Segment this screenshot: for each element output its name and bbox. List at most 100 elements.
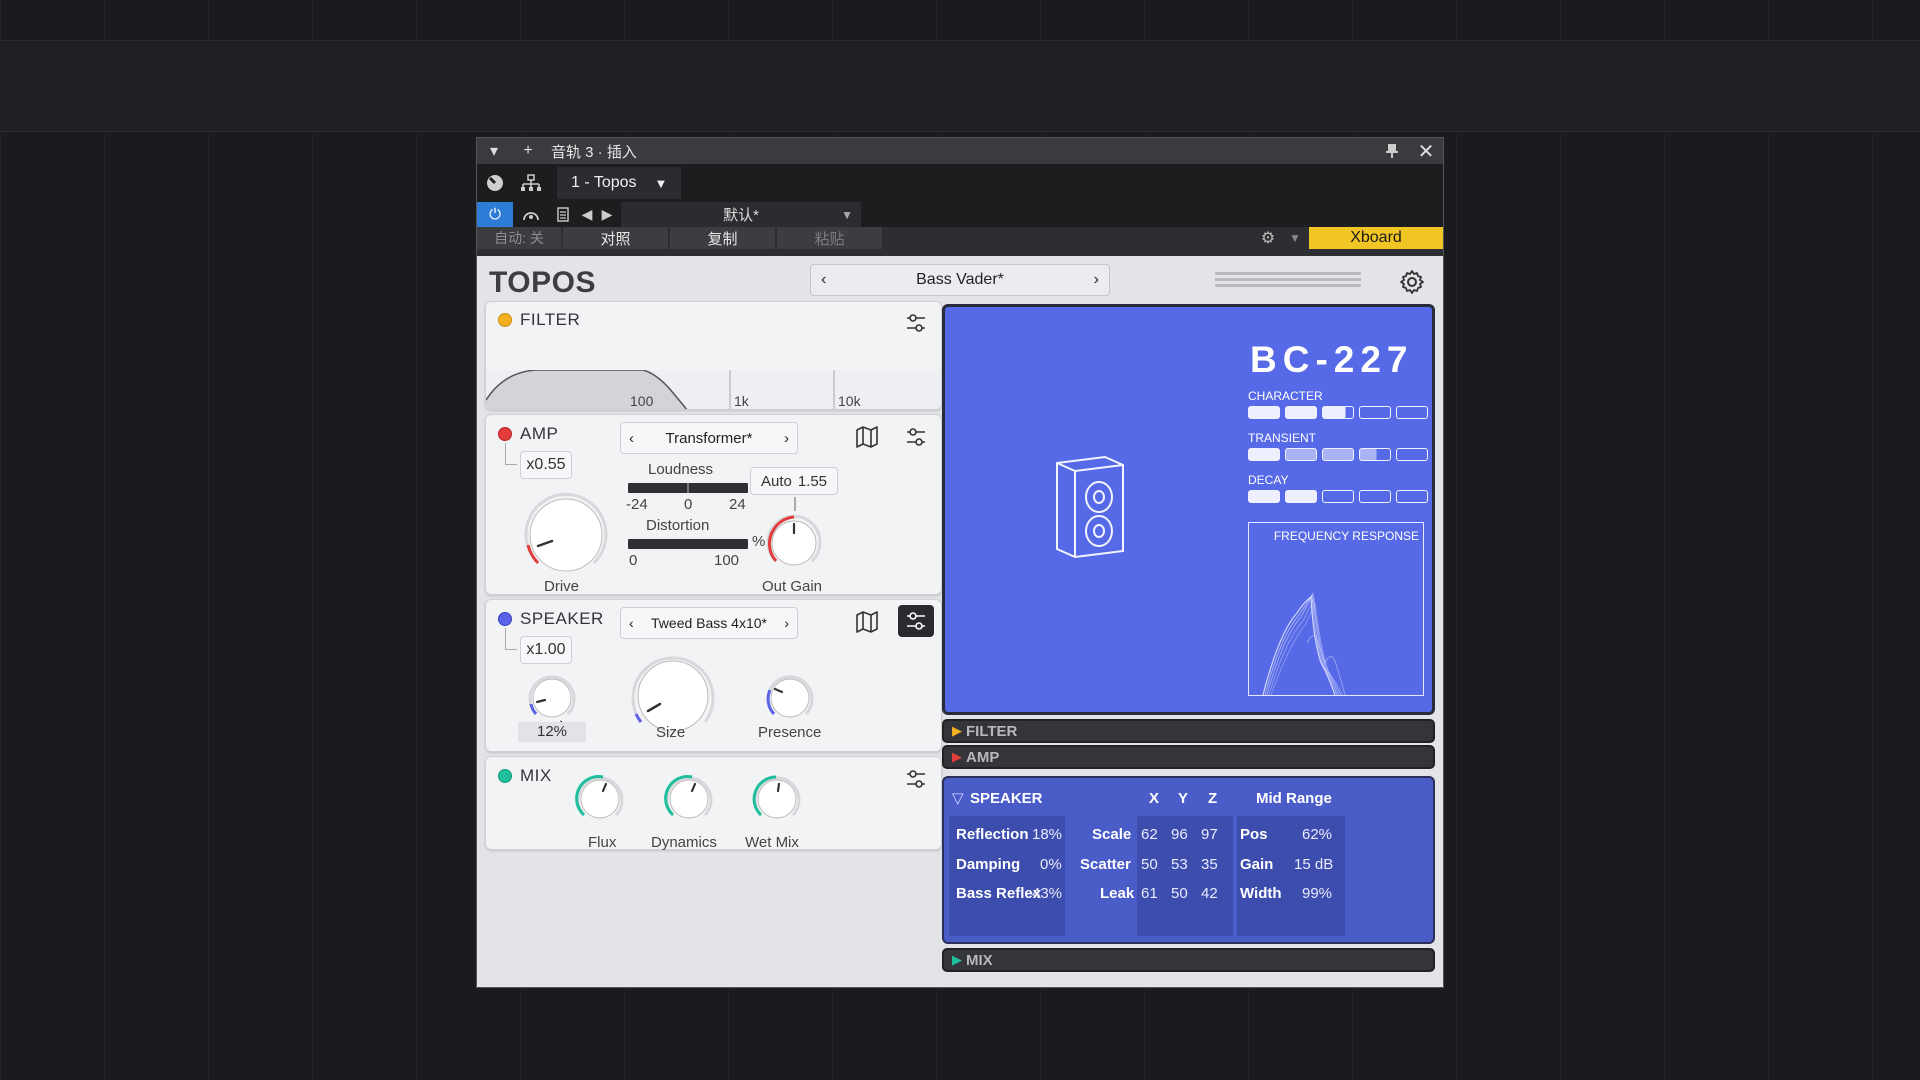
pos-value[interactable]: 62% [1302, 826, 1332, 843]
gear-icon[interactable]: ⚙ [1255, 227, 1281, 249]
sliders-icon-active[interactable] [898, 605, 934, 637]
filter-strip[interactable]: ▶ FILTER [942, 719, 1435, 743]
mix-title: MIX [520, 766, 552, 785]
distortion-slider[interactable] [628, 539, 748, 549]
flux-knob[interactable] [572, 771, 628, 827]
amp-model-selector[interactable]: ‹ Transformer* › [620, 422, 798, 454]
amp-model-name: Transformer* [665, 429, 753, 447]
gain-value[interactable]: 15 dB [1294, 856, 1333, 873]
amp-multiplier[interactable]: x0.55 [520, 451, 572, 479]
chevron-left-icon[interactable]: ‹ [821, 271, 826, 289]
chevron-left-icon[interactable]: ‹ [629, 430, 634, 447]
wet-mix-label: Wet Mix [745, 834, 799, 851]
dynamics-knob[interactable] [661, 771, 717, 827]
loudness-slider[interactable] [628, 483, 748, 493]
automation-icon[interactable] [513, 202, 549, 227]
chevron-right-icon[interactable]: › [1094, 271, 1099, 289]
leak-z[interactable]: 42 [1201, 885, 1218, 902]
filter-strip-label: FILTER [966, 722, 1018, 740]
speaker-detail-title[interactable]: SPEAKER [970, 790, 1043, 807]
loudness-tick-max: 24 [729, 496, 746, 513]
settings-gear-icon[interactable] [1398, 268, 1426, 296]
plus-icon[interactable]: + [511, 138, 545, 164]
mix-strip[interactable]: ▶ MIX [942, 948, 1435, 972]
chevron-down-icon[interactable]: ▼ [1283, 227, 1307, 249]
preset-name[interactable]: Bass Vader* [916, 271, 1004, 289]
loudness-tick-mid: 0 [684, 496, 693, 513]
scale-z[interactable]: 97 [1201, 826, 1218, 843]
size-knob[interactable] [624, 652, 722, 732]
wet-mix-knob[interactable] [749, 771, 805, 827]
gain-label: Gain [1240, 856, 1274, 873]
pin-icon[interactable] [1375, 138, 1409, 164]
sliders-icon[interactable] [903, 424, 929, 450]
speaker-mix-value[interactable]: 12% [518, 722, 586, 742]
plugin-slot-label: 1 - Topos [571, 174, 637, 191]
leak-x[interactable]: 61 [1141, 885, 1158, 902]
filter-led[interactable] [498, 313, 512, 327]
sliders-icon[interactable] [903, 766, 929, 792]
amp-strip[interactable]: ▶ AMP [942, 745, 1435, 769]
power-icon[interactable]: ⏻ [477, 202, 513, 227]
copy-button[interactable]: 复制 [670, 227, 775, 249]
scale-x[interactable]: 62 [1141, 826, 1158, 843]
next-preset-icon[interactable]: ▶ [597, 202, 617, 227]
damping-value[interactable]: 0% [1040, 856, 1062, 873]
mix-led[interactable] [498, 769, 512, 783]
chevron-down-icon[interactable]: ▾ [477, 138, 511, 164]
document-icon[interactable] [549, 202, 577, 227]
scatter-y[interactable]: 53 [1171, 856, 1188, 873]
scatter-z[interactable]: 35 [1201, 856, 1218, 873]
loudness-label: Loudness [648, 461, 714, 478]
chevron-down-icon: ▼ [841, 207, 853, 222]
auto-off-button[interactable]: 自动: 关 [477, 227, 561, 249]
map-icon[interactable] [854, 424, 880, 450]
speaker-panel: SPEAKER x1.00 ‹ Tweed Bass 4x10* › 12% S… [485, 599, 942, 752]
compare-button[interactable]: 对照 [563, 227, 668, 249]
reflection-value[interactable]: 18% [1032, 826, 1062, 843]
out-gain-knob[interactable] [762, 511, 826, 575]
plugin-slot-selector[interactable]: 1 - Topos ▼ [557, 167, 682, 199]
play-triangle-icon: ▶ [952, 749, 962, 764]
paste-button[interactable]: 粘贴 [777, 227, 882, 249]
speaker-led[interactable] [498, 612, 512, 626]
filter-curve-graph[interactable] [486, 370, 942, 410]
chevron-down-icon[interactable]: ▽ [952, 789, 964, 807]
chevron-down-icon: ▼ [654, 175, 668, 191]
width-value[interactable]: 99% [1302, 885, 1332, 902]
speaker-title: SPEAKER [520, 609, 604, 628]
preset-dropdown[interactable]: 默认* ▼ [621, 202, 861, 227]
routing-icon[interactable] [513, 167, 549, 199]
scatter-x[interactable]: 50 [1141, 856, 1158, 873]
speaker-multiplier[interactable]: x1.00 [520, 636, 572, 664]
speaker-model-name: Tweed Bass 4x10* [651, 615, 767, 631]
preset-navigator[interactable]: ‹ Bass Vader* › [810, 264, 1110, 296]
bypass-dial-icon[interactable] [477, 167, 513, 199]
play-triangle-icon: ▶ [952, 952, 962, 967]
size-label: Size [656, 724, 686, 741]
sliders-icon[interactable] [903, 310, 929, 336]
drive-knob[interactable] [516, 485, 616, 585]
out-gain-label: Out Gain [762, 578, 823, 595]
y-header: Y [1178, 790, 1189, 807]
character-label: CHARACTER [1248, 389, 1323, 403]
distortion-tick-min: 0 [629, 552, 638, 569]
chevron-right-icon[interactable]: › [784, 430, 789, 447]
xboard-button[interactable]: Xboard [1309, 227, 1443, 249]
auto-gain-box[interactable]: Auto 1.55 [750, 467, 838, 495]
map-icon[interactable] [854, 609, 880, 635]
chevron-left-icon[interactable]: ‹ [629, 615, 634, 631]
prev-preset-icon[interactable]: ◀ [577, 202, 597, 227]
scale-y[interactable]: 96 [1171, 826, 1188, 843]
window-titlebar[interactable]: ▾ + 音轨 3 · 插入 ✕ [477, 138, 1443, 164]
bass-reflex-value[interactable]: 43% [1032, 885, 1062, 902]
presence-knob[interactable] [762, 670, 818, 726]
reflection-label: Reflection [956, 826, 1029, 843]
close-icon[interactable]: ✕ [1409, 138, 1443, 164]
leak-y[interactable]: 50 [1171, 885, 1188, 902]
speaker-model-selector[interactable]: ‹ Tweed Bass 4x10* › [620, 607, 798, 639]
amp-led[interactable] [498, 427, 512, 441]
plugin-window: ▾ + 音轨 3 · 插入 ✕ 1 - Topos ▼ ⏻ ◀ ▶ 默认* ▼ … [476, 137, 1444, 988]
freq-label-100: 100 [630, 393, 654, 409]
chevron-right-icon[interactable]: › [784, 615, 789, 631]
